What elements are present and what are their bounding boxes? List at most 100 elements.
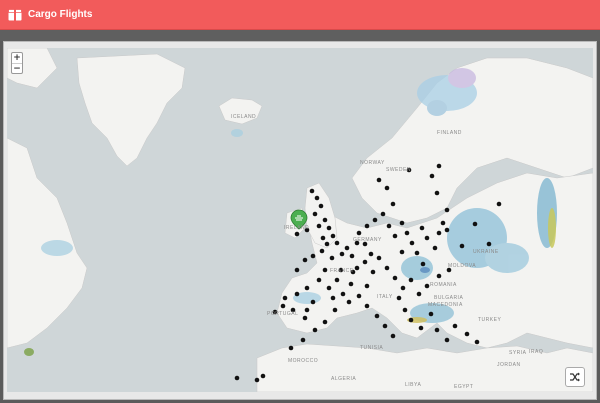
flight-dot[interactable] [319,248,325,254]
flight-dot[interactable] [300,337,306,343]
flight-dot[interactable] [324,241,330,247]
flight-dot[interactable] [474,339,480,345]
flight-dot[interactable] [390,333,396,339]
flight-dot[interactable] [392,275,398,281]
flight-dot[interactable] [322,217,328,223]
flight-dot[interactable] [304,285,310,291]
flight-dot[interactable] [280,303,286,309]
flight-dot[interactable] [400,285,406,291]
flight-dot[interactable] [376,255,382,261]
flight-dot[interactable] [322,267,328,273]
flight-dot[interactable] [382,323,388,329]
flight-dot[interactable] [374,313,380,319]
flight-dot[interactable] [408,277,414,283]
flight-dot[interactable] [304,307,310,313]
flight-dot[interactable] [326,285,332,291]
flight-dot[interactable] [386,223,392,229]
flight-dot[interactable] [414,250,420,256]
flight-dot[interactable] [444,337,450,343]
flight-dot[interactable] [399,249,405,255]
flight-dot[interactable] [356,230,362,236]
flight-dot[interactable] [354,265,360,271]
flight-dot[interactable] [424,235,430,241]
flight-dot[interactable] [424,283,430,289]
flight-dot[interactable] [312,327,318,333]
flight-dot[interactable] [322,319,328,325]
flight-dot[interactable] [372,217,378,223]
flight-dot[interactable] [436,230,442,236]
flight-dot[interactable] [384,185,390,191]
flight-dot[interactable] [302,257,308,263]
flight-dot[interactable] [364,283,370,289]
flight-dot[interactable] [428,311,434,317]
flight-dot[interactable] [432,245,438,251]
flight-dot[interactable] [472,221,478,227]
flight-dot[interactable] [330,295,336,301]
flight-dot[interactable] [329,255,335,261]
flight-dot[interactable] [459,243,465,249]
flight-dot[interactable] [309,188,315,194]
flight-dot[interactable] [434,327,440,333]
flight-dot[interactable] [288,345,294,351]
flight-dot[interactable] [416,291,422,297]
flight-dot[interactable] [434,190,440,196]
flight-dot[interactable] [316,223,322,229]
flight-dot[interactable] [402,307,408,313]
flight-dot[interactable] [362,259,368,265]
flight-dot[interactable] [356,293,362,299]
flight-dot[interactable] [436,163,442,169]
flight-dot[interactable] [436,273,442,279]
flight-dot[interactable] [314,195,320,201]
flight-dot[interactable] [310,299,316,305]
flight-dot[interactable] [496,201,502,207]
flight-dot[interactable] [234,375,240,381]
flight-dot[interactable] [370,269,376,275]
flight-dot[interactable] [294,291,300,297]
flight-dot[interactable] [444,207,450,213]
flight-dot[interactable] [420,261,426,267]
flight-dot[interactable] [440,220,446,226]
flight-dot[interactable] [396,295,402,301]
flight-dot[interactable] [254,377,260,383]
flight-dot[interactable] [282,295,288,301]
flight-map[interactable]: ICELAND FINLAND NORWAY SWEDEN IRELAND GE… [7,48,593,392]
flight-dot[interactable] [376,177,382,183]
flight-dot[interactable] [310,253,316,259]
flight-dot[interactable] [348,281,354,287]
flight-dot[interactable] [409,240,415,246]
flight-dot[interactable] [318,203,324,209]
flight-dot[interactable] [444,227,450,233]
flight-dot[interactable] [464,331,470,337]
flight-dot[interactable] [408,317,414,323]
flight-dot[interactable] [344,245,350,251]
flight-dot[interactable] [392,233,398,239]
flight-dot[interactable] [330,233,336,239]
flight-dot[interactable] [316,277,322,283]
flight-dot[interactable] [302,315,308,321]
flight-dot[interactable] [452,323,458,329]
flight-dot[interactable] [349,253,355,259]
flight-dot[interactable] [339,251,345,257]
flight-dot[interactable] [334,240,340,246]
flight-dot[interactable] [320,235,326,241]
shuffle-button[interactable] [565,367,585,387]
flight-dot[interactable] [486,241,492,247]
flight-dot[interactable] [326,225,332,231]
zoom-out-button[interactable]: − [12,63,22,74]
flight-dot[interactable] [346,299,352,305]
flight-dot[interactable] [332,307,338,313]
flight-dot[interactable] [364,303,370,309]
flight-dot[interactable] [340,291,346,297]
flight-dot[interactable] [429,173,435,179]
flight-dot[interactable] [384,265,390,271]
flight-dot[interactable] [399,220,405,226]
flight-dot[interactable] [418,325,424,331]
flight-dot[interactable] [404,230,410,236]
flight-dot[interactable] [368,251,374,257]
flight-dot[interactable] [260,373,266,379]
zoom-in-button[interactable]: + [12,53,22,63]
flight-dot[interactable] [390,201,396,207]
flight-dot[interactable] [334,277,340,283]
flight-dot[interactable] [380,211,386,217]
flight-dot[interactable] [419,225,425,231]
